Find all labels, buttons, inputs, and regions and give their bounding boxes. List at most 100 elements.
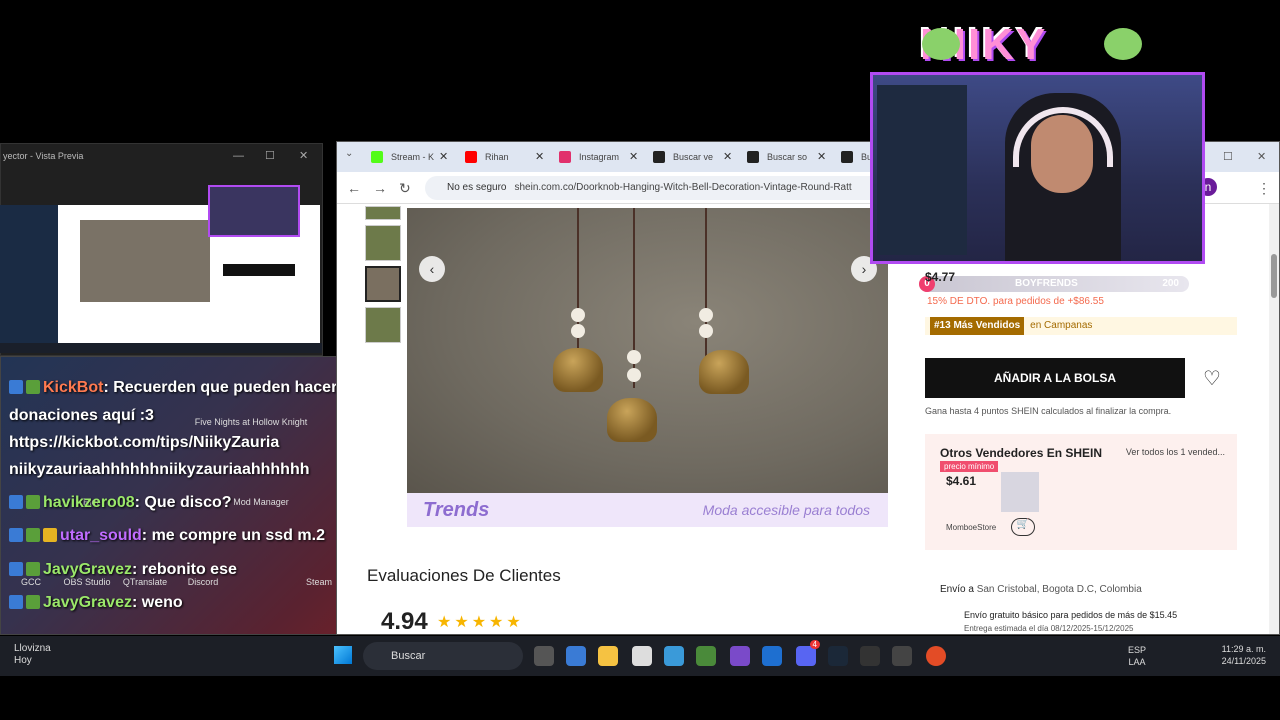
free-shipping-text: Envío gratuito básico para pedidos de má…	[964, 610, 1178, 620]
desktop-icon-modmanager[interactable]: Mod Manager	[231, 497, 291, 507]
kick-icon	[371, 151, 383, 163]
close-icon[interactable]: ✕	[535, 146, 544, 168]
store-icon[interactable]	[664, 646, 684, 666]
chat-message: https://kickbot.com/tips/NiikyZauria	[9, 434, 280, 451]
projector-titlebar: yector - Vista Previa — ☐ ✕	[1, 144, 322, 168]
reload-icon[interactable]: ↻	[399, 180, 411, 197]
thumbnail[interactable]	[365, 225, 401, 261]
bead	[627, 350, 641, 364]
copilot-icon[interactable]	[566, 646, 586, 666]
preview-taskbar	[0, 343, 322, 353]
chat-message: KickBot: Recuerden que pueden hacer sus	[9, 377, 369, 399]
preview-webcam	[208, 185, 300, 237]
search-box[interactable]: Buscar	[363, 642, 523, 670]
close-icon[interactable]: ✕	[1257, 150, 1266, 163]
steam-icon[interactable]	[828, 646, 848, 666]
tab-instagram[interactable]: Instagram ✕	[557, 146, 638, 170]
task-view-icon[interactable]	[534, 646, 554, 666]
projector-title: yector - Vista Previa	[3, 151, 84, 161]
price: $4.77	[925, 270, 956, 284]
twitch-icon[interactable]	[730, 646, 750, 666]
minimize-icon[interactable]: —	[233, 144, 244, 168]
seller-price: $4.61	[946, 474, 977, 488]
clock[interactable]: 11:29 a. m. 24/11/2025	[1222, 643, 1266, 667]
weather-widget[interactable]: Llovizna Hoy	[14, 643, 51, 667]
thumbnail-selected[interactable]	[365, 266, 401, 302]
desktop-icon-fnhk[interactable]: Five Nights at Hollow Knight	[191, 417, 311, 427]
close-icon[interactable]: ✕	[629, 146, 638, 168]
tab-list-icon[interactable]: ⌄	[345, 148, 353, 159]
discord-icon[interactable]: 4	[796, 640, 820, 666]
back-icon[interactable]: ←	[347, 180, 361, 196]
badge-icon	[9, 562, 23, 576]
weather-sub: Hoy	[14, 655, 32, 666]
bead	[699, 324, 713, 338]
shein-icon	[653, 151, 665, 163]
start-button[interactable]	[334, 646, 352, 664]
tab-search-3[interactable]: Bu	[839, 146, 872, 170]
discount-text[interactable]: 15% DE DTO. para pedidos de +$86.55	[927, 296, 1104, 307]
close-icon[interactable]: ✕	[299, 144, 308, 168]
shipping-destination[interactable]: Envío a San Cristobal, Bogota D.C, Colom…	[940, 584, 1142, 595]
close-icon[interactable]: ✕	[439, 146, 448, 168]
add-to-bag-button[interactable]: AÑADIR A LA BOLSA	[925, 358, 1185, 398]
preview-chat	[0, 205, 58, 345]
url-text: shein.com.co/Doorknob-Hanging-Witch-Bell…	[514, 182, 852, 193]
close-icon[interactable]: ✕	[817, 146, 826, 168]
seller-product-image[interactable]	[1001, 472, 1039, 512]
sellers-title: Otros Vendedores En SHEIN	[940, 446, 1103, 460]
file-explorer-icon[interactable]	[598, 646, 618, 666]
bead	[699, 308, 713, 322]
maximize-icon[interactable]: ☐	[265, 144, 275, 168]
badge-icon	[9, 495, 23, 509]
clock-date: 24/11/2025	[1221, 656, 1266, 666]
chat-message: utar_sould: me compre un ssd m.2	[9, 525, 325, 547]
tab-search-1[interactable]: Buscar ve ✕	[651, 146, 732, 170]
minecraft-icon[interactable]	[696, 646, 716, 666]
bead	[571, 308, 585, 322]
bead	[571, 324, 585, 338]
shein-icon	[747, 151, 759, 163]
delivery-estimate: Entrega estimada el día 08/12/2025-15/12…	[964, 624, 1134, 633]
seller-store-name[interactable]: MomboeStore	[946, 523, 996, 532]
badge-icon	[26, 528, 40, 542]
thumbnail[interactable]	[365, 206, 401, 220]
menu-icon[interactable]: ⋮	[1257, 180, 1271, 197]
chat-message: niikyzauriaahhhhhhniikyzauriaahhhhhh	[9, 461, 310, 478]
tab-youtube[interactable]: Rihan ✕	[463, 146, 544, 170]
thumbnail-list	[365, 206, 405, 348]
chat-message: havikzero08: Que disco?	[9, 492, 232, 514]
forward-icon[interactable]: →	[373, 180, 387, 196]
obs-icon[interactable]	[860, 646, 880, 666]
add-to-cart-icon[interactable]: 🛒	[1011, 518, 1035, 536]
clock-time: 11:29 a. m.	[1221, 644, 1266, 654]
close-icon[interactable]: ✕	[723, 146, 732, 168]
wishlist-heart-icon[interactable]: ♡	[1203, 366, 1221, 391]
best-seller-badge[interactable]: #13 Más Vendidos en Campanas	[925, 317, 1237, 335]
chrome-icon[interactable]	[926, 646, 946, 666]
scrollbar-thumb[interactable]	[1271, 254, 1277, 298]
tab-search-2[interactable]: Buscar so ✕	[745, 146, 826, 170]
language-indicator[interactable]: ESP LAA	[1128, 644, 1146, 668]
url-field[interactable]: No es seguro shein.com.co/Doorknob-Hangin…	[425, 176, 885, 200]
tab-stream[interactable]: Stream - K ✕	[369, 146, 448, 170]
frog-icon	[1104, 28, 1142, 60]
security-indicator[interactable]: No es seguro	[425, 182, 506, 193]
badge-icon	[26, 595, 40, 609]
chat-message: JavyGravez: rebonito ese	[9, 559, 237, 581]
preview-product-photo	[80, 220, 210, 302]
trends-banner[interactable]: Trends Moda accesible para todos	[407, 493, 888, 527]
notepad-icon[interactable]	[632, 646, 652, 666]
maximize-icon[interactable]: ☐	[1223, 150, 1233, 163]
product-photo: ‹ ›	[407, 208, 888, 493]
app-icon[interactable]	[892, 646, 912, 666]
view-all-sellers-link[interactable]: Ver todos los 1 vended...	[1126, 447, 1225, 457]
weather-label: Llovizna	[14, 643, 51, 654]
bell	[607, 398, 657, 442]
figure-shelf	[877, 85, 967, 255]
thumbnail[interactable]	[365, 307, 401, 343]
app-icon[interactable]	[762, 646, 782, 666]
scrollbar[interactable]	[1269, 204, 1279, 634]
youtube-icon	[465, 151, 477, 163]
prev-image-button[interactable]: ‹	[419, 256, 445, 282]
